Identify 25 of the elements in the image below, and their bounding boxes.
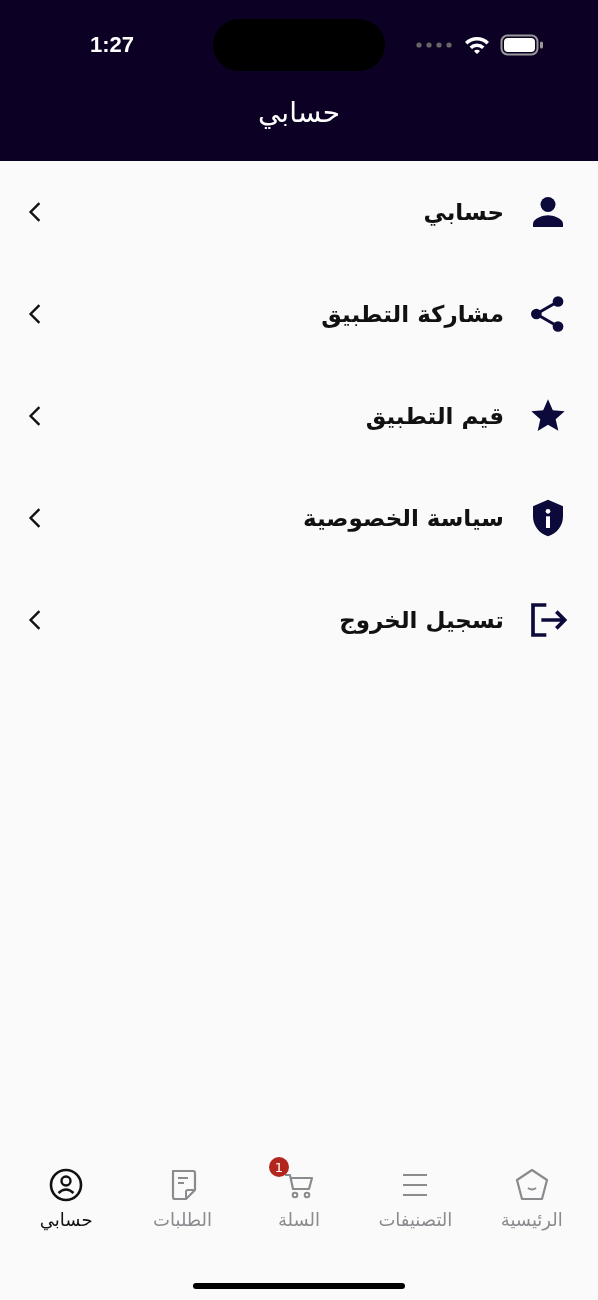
menu-label: حسابي	[423, 199, 504, 225]
profile-icon	[48, 1167, 85, 1203]
cart-count-badge: 1	[268, 1157, 289, 1177]
menu-label: مشاركة التطبيق	[321, 301, 504, 327]
chevron-icon	[28, 405, 42, 427]
signal-icon	[416, 42, 454, 48]
home-icon	[513, 1167, 550, 1203]
menu-item[interactable]: قيم التطبيق	[0, 365, 598, 467]
screen-title: حسابي	[257, 96, 341, 129]
chevron-icon	[28, 609, 42, 631]
menu-item[interactable]: سياسة الخصوصية	[0, 467, 598, 569]
battery-icon	[500, 34, 544, 56]
menu-item[interactable]: تسجيل الخروج	[0, 569, 598, 671]
menu-item[interactable]: حسابي	[0, 161, 598, 263]
logout-icon	[528, 600, 568, 640]
menu-label: قيم التطبيق	[365, 403, 504, 429]
nav-tab[interactable]: حسابي	[21, 1155, 112, 1230]
chevron-icon	[28, 201, 42, 223]
menu-label: سياسة الخصوصية	[303, 505, 504, 531]
menu-item[interactable]: مشاركة التطبيق	[0, 263, 598, 365]
wifi-icon	[464, 35, 490, 55]
menu-label: تسجيل الخروج	[339, 607, 504, 633]
chevron-icon	[28, 507, 42, 529]
status-time: 1:27	[90, 32, 136, 58]
chevron-icon	[28, 303, 42, 325]
